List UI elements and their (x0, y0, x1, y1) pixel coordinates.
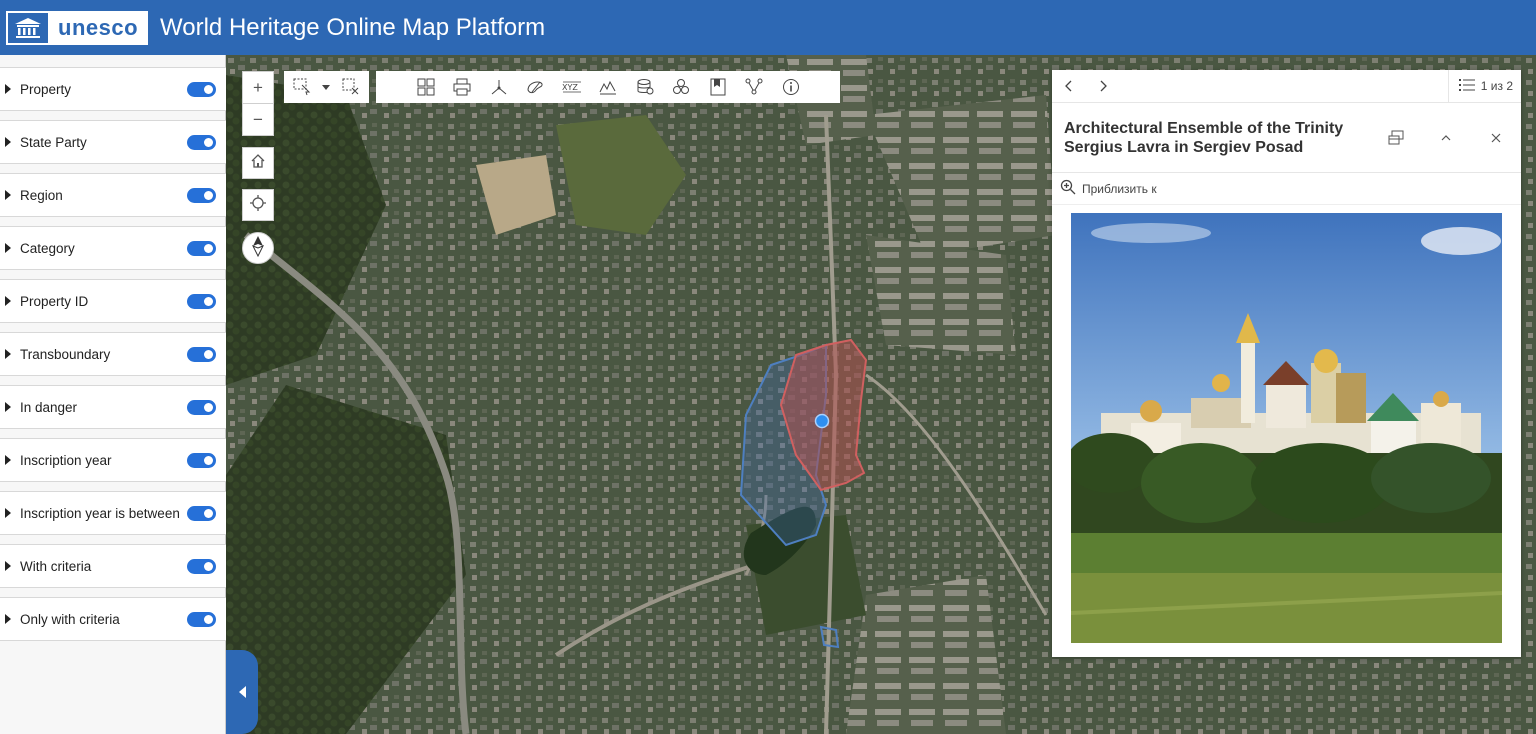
filter-row[interactable]: Category (0, 226, 226, 270)
filter-label: In danger (20, 399, 78, 415)
home-icon (250, 153, 266, 174)
zoom-in-icon (1060, 179, 1076, 198)
filter-row[interactable]: Region (0, 173, 226, 217)
locate-button[interactable] (242, 189, 274, 221)
chevron-left-icon (238, 686, 246, 698)
filter-row[interactable]: With criteria (0, 544, 226, 588)
info-icon[interactable] (780, 76, 802, 98)
expand-caret-icon[interactable] (5, 561, 11, 571)
chevron-left-icon (1065, 80, 1072, 92)
collapse-sidebar-button[interactable] (226, 650, 258, 734)
dock-icon (1388, 130, 1404, 144)
select-icon[interactable] (291, 76, 313, 98)
popup-title: Architectural Ensemble of the Trinity Se… (1064, 119, 1344, 156)
filter-label: Property (20, 81, 72, 97)
expand-caret-icon[interactable] (5, 349, 11, 359)
share-icon[interactable] (743, 76, 765, 98)
home-button[interactable] (242, 147, 274, 179)
compass-button[interactable] (242, 232, 274, 264)
filter-label: Inscription year is between (20, 505, 180, 521)
zoom-out-button[interactable]: − (242, 103, 274, 136)
filter-toggle[interactable] (187, 293, 216, 309)
property-photo (1071, 213, 1502, 643)
feature-count-text: 1 из 2 (1480, 79, 1513, 93)
feature-popup: 1 из 2 Architectural Ensemble of the Tri… (1052, 69, 1521, 657)
expand-caret-icon[interactable] (5, 137, 11, 147)
clear-selection-icon[interactable] (340, 76, 362, 98)
popup-navigation: 1 из 2 (1052, 69, 1521, 103)
list-icon (1458, 78, 1475, 95)
filter-label: State Party (20, 134, 87, 150)
print-icon[interactable] (451, 76, 473, 98)
elevation-profile-icon[interactable] (597, 76, 619, 98)
locate-icon (250, 194, 266, 216)
filter-toggle[interactable] (187, 399, 216, 415)
filter-toggle[interactable] (187, 611, 216, 627)
filter-toggle[interactable] (187, 505, 216, 521)
filter-label: Only with criteria (20, 611, 120, 627)
filter-row[interactable]: State Party (0, 120, 226, 164)
close-icon (1491, 133, 1501, 142)
filter-label: Transboundary (20, 346, 111, 362)
filter-toggle[interactable] (187, 240, 216, 256)
compass-icon (251, 235, 265, 262)
filter-toggle[interactable] (187, 81, 216, 97)
filter-row[interactable]: Only with criteria (0, 597, 226, 641)
logo-wordmark: unesco (50, 12, 147, 43)
analysis-icon[interactable] (670, 76, 692, 98)
expand-caret-icon[interactable] (5, 243, 11, 253)
chevron-up-icon (1441, 134, 1451, 140)
filter-row[interactable]: Transboundary (0, 332, 226, 376)
filter-toggle[interactable] (187, 187, 216, 203)
coordinates-icon[interactable]: XYZ (561, 76, 583, 98)
expand-caret-icon[interactable] (5, 402, 11, 412)
app-header: unesco World Heritage Online Map Platfor… (0, 0, 1536, 55)
feature-counter[interactable]: 1 из 2 (1447, 69, 1521, 103)
next-feature-button[interactable] (1086, 70, 1120, 103)
filter-sidebar: Property State Party Region Category Propert… (0, 55, 226, 734)
bookmark-icon[interactable] (707, 76, 729, 98)
popup-header: Architectural Ensemble of the Trinity Se… (1052, 103, 1521, 173)
zoom-to-label: Приблизить к (1082, 181, 1157, 196)
filter-toggle[interactable] (187, 134, 216, 150)
expand-caret-icon[interactable] (5, 455, 11, 465)
filter-toggle[interactable] (187, 558, 216, 574)
close-popup-button[interactable] (1471, 118, 1521, 158)
filter-row[interactable]: In danger (0, 385, 226, 429)
basemap-gallery-icon[interactable] (415, 76, 437, 98)
expand-caret-icon[interactable] (5, 508, 11, 518)
selection-toolbar (284, 71, 369, 103)
temple-icon (8, 12, 50, 43)
zoom-in-button[interactable]: + (242, 71, 274, 104)
expand-caret-icon[interactable] (5, 614, 11, 624)
filter-toggle[interactable] (187, 452, 216, 468)
filter-label: Inscription year (20, 452, 112, 468)
filter-row[interactable]: Inscription year (0, 438, 226, 482)
filter-label: Region (20, 187, 63, 203)
filter-row[interactable]: Inscription year is between (0, 491, 226, 535)
dropdown-icon[interactable] (315, 76, 337, 98)
filter-row[interactable]: Property (0, 67, 226, 111)
chevron-right-icon (1100, 80, 1107, 92)
zoom-to-action[interactable]: Приблизить к (1052, 173, 1521, 205)
expand-caret-icon[interactable] (5, 190, 11, 200)
widget-toolbar: XYZ (376, 71, 840, 103)
filter-row[interactable]: Property ID (0, 279, 226, 323)
expand-caret-icon[interactable] (5, 296, 11, 306)
dock-button[interactable] (1371, 118, 1421, 158)
unesco-logo[interactable]: unesco (6, 10, 149, 45)
sketch-icon[interactable] (524, 76, 546, 98)
previous-feature-button[interactable] (1052, 70, 1086, 103)
filter-label: Property ID (20, 293, 89, 309)
filter-label: Category (20, 240, 75, 256)
measure-icon[interactable] (488, 76, 510, 98)
app-title: World Heritage Online Map Platform (160, 13, 546, 41)
filter-label: With criteria (20, 558, 92, 574)
filter-toggle[interactable] (187, 346, 216, 362)
collapse-popup-button[interactable] (1421, 118, 1471, 158)
svg-text:XYZ: XYZ (562, 83, 578, 92)
layer-list-icon[interactable] (634, 76, 656, 98)
expand-caret-icon[interactable] (5, 84, 11, 94)
